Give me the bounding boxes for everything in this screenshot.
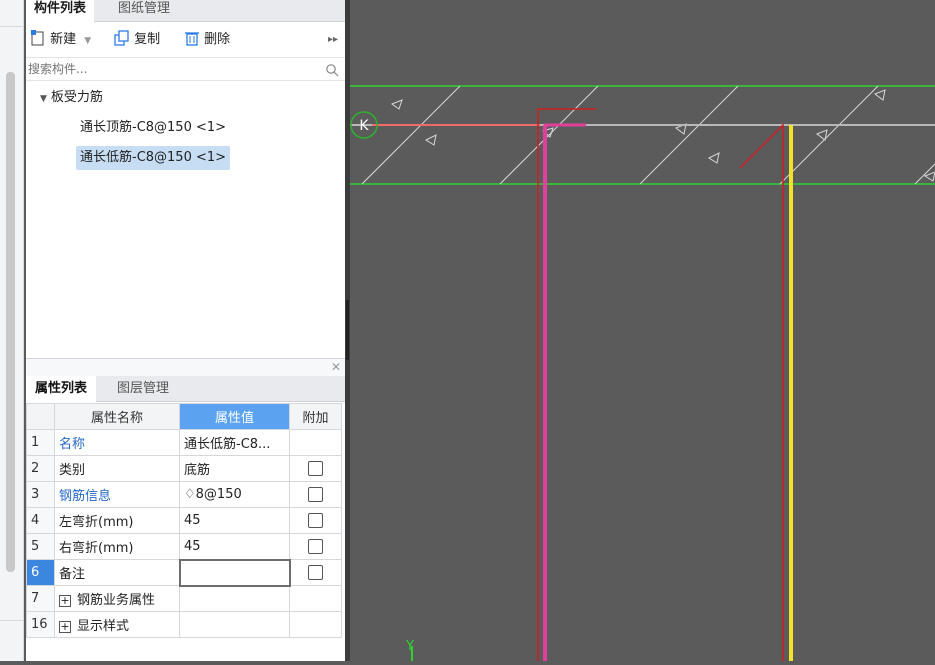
tab-component-list[interactable]: 构件列表 bbox=[26, 0, 95, 22]
property-extra bbox=[289, 585, 342, 612]
delete-button[interactable]: 删除 bbox=[184, 30, 230, 50]
property-value bbox=[179, 585, 290, 612]
table-row[interactable]: 1 名称 通长低筋-C8... bbox=[26, 429, 342, 456]
cad-drawing[interactable]: K Y bbox=[350, 0, 935, 661]
dock-scrollbar[interactable] bbox=[6, 72, 15, 572]
tree-item-bottom-rebar[interactable]: 通长低筋-C8@150 <1> bbox=[76, 146, 231, 170]
property-extra bbox=[289, 429, 342, 456]
tab-layer-management[interactable]: 图层管理 bbox=[108, 376, 178, 402]
table-row[interactable]: 2 类别 底筋 bbox=[26, 455, 342, 482]
property-name: 备注 bbox=[54, 559, 180, 586]
property-value[interactable]: ♢8@150 bbox=[179, 481, 290, 508]
table-row[interactable]: 6 备注 bbox=[26, 558, 342, 587]
property-group-label: 显示样式 bbox=[77, 619, 130, 634]
property-name-header: 属性名称 bbox=[54, 403, 180, 430]
property-name: 名称 bbox=[54, 429, 180, 456]
property-value-header: 属性值 bbox=[179, 403, 290, 430]
row-number: 6 bbox=[26, 559, 55, 586]
property-name: + 显示样式 bbox=[54, 611, 180, 638]
left-dock-strip bbox=[0, 0, 24, 661]
property-name: + 钢筋业务属性 bbox=[54, 585, 180, 612]
trash-icon bbox=[185, 32, 199, 46]
component-toolbar: 新建 ▼ 复制 删除 ▸▸ bbox=[26, 25, 345, 55]
component-search bbox=[26, 57, 345, 81]
property-tabs: 属性列表 图层管理 bbox=[26, 376, 345, 402]
new-icon bbox=[31, 30, 44, 46]
table-row[interactable]: 5 右弯折(mm) 45 bbox=[26, 533, 342, 560]
new-label: 新建 bbox=[50, 32, 77, 47]
remark-input[interactable] bbox=[178, 558, 291, 587]
dock-separator bbox=[0, 26, 23, 27]
copy-icon bbox=[114, 30, 129, 46]
search-icon[interactable] bbox=[325, 63, 339, 77]
property-group-label: 钢筋业务属性 bbox=[77, 593, 156, 608]
extra-checkbox[interactable] bbox=[308, 487, 323, 502]
axis-marker-label: K bbox=[359, 118, 369, 134]
tree-item-top-rebar[interactable]: 通长顶筋-C8@150 <1> bbox=[80, 116, 226, 140]
table-row[interactable]: 16 + 显示样式 bbox=[26, 611, 342, 638]
drawing-canvas[interactable]: K Y bbox=[350, 0, 935, 661]
copy-button[interactable]: 复制 bbox=[114, 30, 160, 50]
red-vertical-line-2 bbox=[739, 123, 784, 661]
property-value[interactable]: 底筋 bbox=[179, 455, 290, 482]
table-row[interactable]: 7 + 钢筋业务属性 bbox=[26, 585, 342, 612]
row-number: 16 bbox=[26, 611, 55, 638]
property-extra bbox=[289, 611, 342, 638]
tab-property-list[interactable]: 属性列表 bbox=[26, 376, 97, 402]
new-button[interactable]: 新建 ▼ bbox=[30, 30, 91, 50]
property-extra-header: 附加 bbox=[289, 403, 342, 430]
collapse-arrow-icon[interactable]: ▼ bbox=[40, 94, 47, 104]
extra-checkbox[interactable] bbox=[308, 461, 323, 476]
row-number: 5 bbox=[26, 533, 55, 560]
table-row[interactable]: 4 左弯折(mm) 45 bbox=[26, 507, 342, 534]
expand-icon[interactable]: + bbox=[59, 594, 71, 607]
tree-group-label: 板受力筋 bbox=[50, 90, 103, 105]
y-axis-label: Y bbox=[405, 639, 414, 654]
slab-hatch bbox=[361, 85, 935, 185]
property-header-row: 属性名称 属性值 附加 bbox=[26, 403, 342, 430]
dock-separator bbox=[0, 620, 23, 621]
property-name: 类别 bbox=[54, 455, 180, 482]
concrete-symbols bbox=[390, 89, 935, 182]
row-number: 4 bbox=[26, 507, 55, 534]
tree-group-slab-rebar[interactable]: ▼ 板受力筋 bbox=[40, 86, 103, 110]
property-name: 右弯折(mm) bbox=[54, 533, 180, 560]
property-value[interactable]: 45 bbox=[179, 533, 290, 560]
extra-checkbox[interactable] bbox=[308, 513, 323, 528]
property-name: 钢筋信息 bbox=[54, 481, 180, 508]
property-name: 左弯折(mm) bbox=[54, 507, 180, 534]
expand-icon[interactable]: + bbox=[59, 620, 71, 633]
property-value[interactable]: 45 bbox=[179, 507, 290, 534]
row-number-header bbox=[26, 403, 55, 430]
property-table: 属性名称 属性值 附加 1 名称 通长低筋-C8... 2 类别 底筋 3 钢筋… bbox=[26, 403, 342, 638]
delete-label: 删除 bbox=[204, 32, 231, 47]
row-number: 7 bbox=[26, 585, 55, 612]
property-value bbox=[179, 611, 290, 638]
close-icon[interactable]: ✕ bbox=[331, 360, 341, 374]
row-number: 2 bbox=[26, 455, 55, 482]
panel-tabs: 构件列表 图纸管理 bbox=[26, 0, 345, 22]
row-number: 3 bbox=[26, 481, 55, 508]
property-value[interactable]: 通长低筋-C8... bbox=[179, 429, 290, 456]
table-row[interactable]: 3 钢筋信息 ♢8@150 bbox=[26, 481, 342, 508]
tab-drawing-management[interactable]: 图纸管理 bbox=[110, 0, 178, 22]
extra-checkbox[interactable] bbox=[308, 565, 324, 580]
dropdown-arrow-icon[interactable]: ▼ bbox=[84, 36, 91, 46]
component-panel: 构件列表 图纸管理 新建 ▼ 复制 删除 ▸▸ ▼板受力筋 通长顶筋-C8@15… bbox=[26, 0, 345, 661]
search-input[interactable] bbox=[26, 58, 306, 80]
extra-checkbox[interactable] bbox=[308, 539, 323, 554]
row-number: 1 bbox=[26, 429, 55, 456]
copy-label: 复制 bbox=[134, 32, 161, 47]
more-icon[interactable]: ▸▸ bbox=[328, 30, 338, 50]
panel-splitter[interactable]: ✕ bbox=[26, 358, 345, 378]
